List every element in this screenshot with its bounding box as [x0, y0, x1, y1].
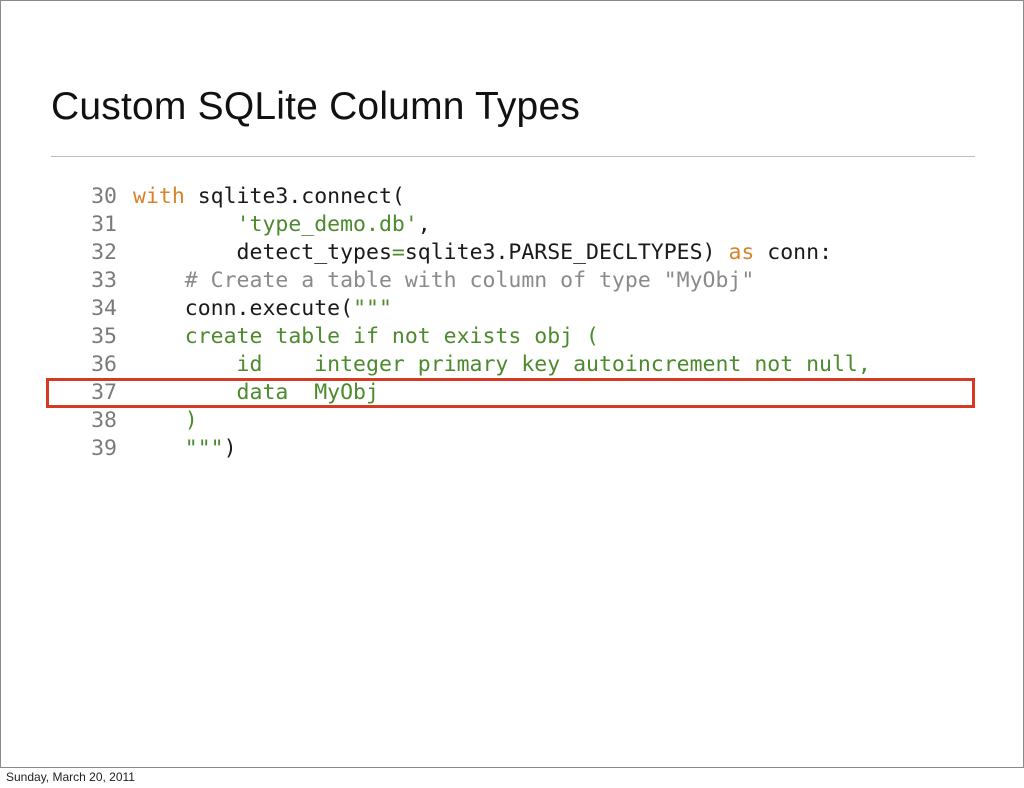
line-number: 38	[91, 408, 117, 433]
highlight-box	[46, 378, 975, 408]
title-divider	[51, 156, 975, 157]
code-token: sqlite3.connect(	[184, 184, 405, 209]
keyword-token: as	[728, 240, 755, 265]
code-token: conn.execute(	[133, 296, 354, 321]
code-token: )	[223, 436, 237, 461]
line-number: 31	[91, 212, 117, 237]
line-number: 39	[91, 436, 117, 461]
code-line: 34 conn.execute("""	[65, 295, 871, 323]
code-line: 33 # Create a table with column of type …	[65, 267, 871, 295]
footer-date: Sunday, March 20, 2011	[6, 770, 135, 784]
line-number: 32	[91, 240, 117, 265]
code-token: ,	[417, 212, 431, 237]
code-line: 30 with sqlite3.connect(	[65, 183, 871, 211]
string-token: 'type_demo.db'	[236, 212, 418, 237]
code-line: 39 """)	[65, 435, 871, 463]
string-token: """	[133, 436, 224, 461]
code-line: 35 create table if not exists obj (	[65, 323, 871, 351]
string-token: """	[353, 296, 392, 321]
string-token: create table if not exists obj (	[133, 324, 599, 349]
slide-title: Custom SQLite Column Types	[51, 85, 581, 128]
operator-token: =	[391, 240, 405, 265]
string-token: )	[133, 408, 198, 433]
code-line: 31 'type_demo.db',	[65, 211, 871, 239]
code-line: 36 id integer primary key autoincrement …	[65, 351, 871, 379]
code-token: sqlite3.PARSE_DECLTYPES)	[404, 240, 729, 265]
comment-token: # Create a table with column of type "My…	[184, 268, 755, 293]
code-token: conn:	[754, 240, 833, 265]
keyword-token: with	[133, 184, 185, 209]
line-number: 34	[91, 296, 117, 321]
line-number: 33	[91, 268, 117, 293]
code-token: detect_types	[133, 240, 392, 265]
code-block: 30 with sqlite3.connect(31 'type_demo.db'…	[65, 183, 871, 463]
string-token: id integer primary key autoincrement not…	[133, 352, 871, 377]
code-line: 32 detect_types=sqlite3.PARSE_DECLTYPES)…	[65, 239, 871, 267]
line-number: 35	[91, 324, 117, 349]
line-number: 30	[91, 184, 117, 209]
line-number: 36	[91, 352, 117, 377]
code-line: 38 )	[65, 407, 871, 435]
slide: Custom SQLite Column Types 30 with sqlite…	[0, 0, 1024, 768]
